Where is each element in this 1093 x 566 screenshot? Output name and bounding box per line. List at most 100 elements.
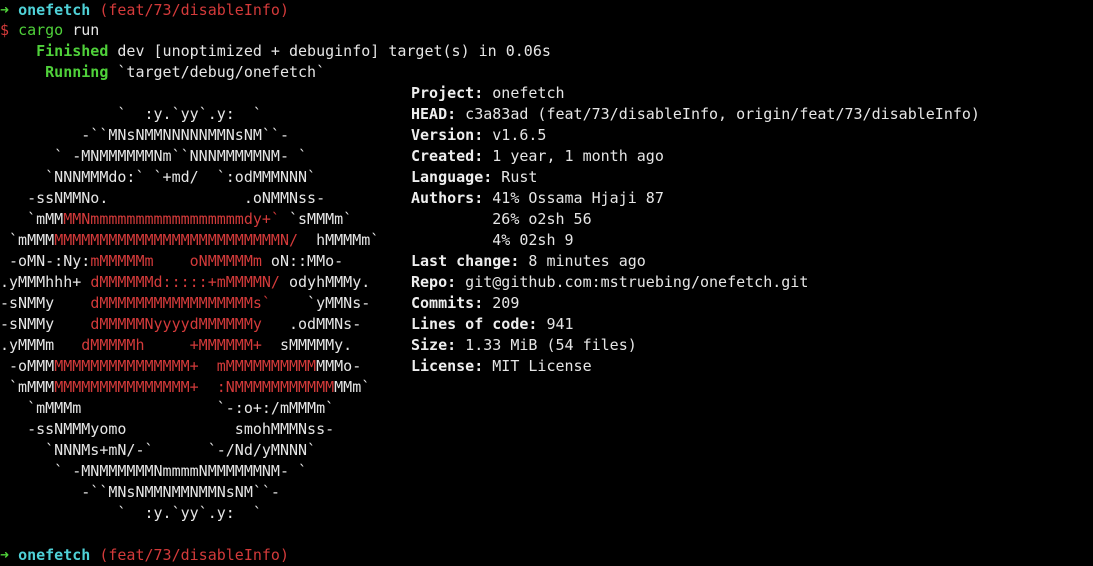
logo-row: `NNNMMMdo:` `+md/ `:odMMMNNN` [0, 167, 379, 188]
logo-accent-segment: MMMMMMMMMMMMMMM+ :NMMMMMMMMMMM [54, 378, 335, 396]
prompt-repo-name: onefetch [18, 1, 91, 19]
logo-segment: -``MNsNMMNMMNMMNsNM``- [0, 483, 280, 501]
info-value: 8 minutes ago [519, 252, 646, 270]
info-label: Created: [411, 147, 484, 165]
info-row: Lines of code: 941 [411, 314, 980, 335]
info-value: 26% o2sh 56 [411, 210, 592, 228]
logo-row: -oMN-:Ny:mMMMMMm oNMMMMMm oN::MMo- [0, 251, 379, 272]
logo-accent-segment: mMMMMMm oNMMMMMm [90, 252, 262, 270]
info-value: 209 [483, 294, 520, 312]
info-value: 941 [537, 315, 574, 333]
logo-segment: hMMMMm` [298, 231, 380, 249]
logo-accent-segment: dMMMMMNyyyydMMMMMMy [90, 315, 262, 333]
prompt-repo-name: onefetch [18, 546, 91, 564]
logo-segment: MMMo- [316, 357, 362, 375]
logo-row: -``MNsNMMNMMNMMNsNM``- [0, 482, 379, 503]
info-row: Commits: 209 [411, 293, 980, 314]
info-value: 1 year, 1 month ago [483, 147, 664, 165]
cargo-running-label: Running [45, 63, 109, 81]
command-line: $ cargo run [0, 20, 99, 41]
logo-segment: sMMMMMy. [261, 336, 353, 354]
logo-accent-segment: MMMMMMMMMMMMMMM+ mMMMMMMMMMM [54, 357, 317, 375]
logo-segment: `yMMNs- [270, 294, 371, 312]
logo-segment: `mMMM [0, 378, 55, 396]
logo-segment: -``MNsNMMNNNNNMMNsNM``- [0, 126, 289, 144]
info-row: Last change: 8 minutes ago [411, 251, 980, 272]
info-label: Version: [411, 126, 484, 144]
prompt-branch: (feat/73/disableInfo) [99, 1, 289, 19]
command-program: cargo [18, 21, 64, 39]
logo-row: `mMMMm `-:o+:/mMMMm` [0, 398, 379, 419]
logo-segment: `NNNMs+mN/-` `-/Nd/yMNNN` [0, 441, 317, 459]
info-row: License: MIT License [411, 356, 980, 377]
cargo-finished-line: Finished dev [unoptimized + debuginfo] t… [0, 41, 551, 62]
logo-segment: `sMMMm` [279, 210, 353, 228]
info-value: 41% Ossama Hjaji 87 [483, 189, 664, 207]
info-label: Last change: [411, 252, 520, 270]
info-label: Size: [411, 336, 457, 354]
info-label: Lines of code: [411, 315, 538, 333]
info-label: License: [411, 357, 484, 375]
logo-segment: ` -MNMMMMMMNmmmmNMMMMMMNM- ` [0, 462, 308, 480]
logo-segment: .odMMNs- [261, 315, 362, 333]
logo-row: ` -MNMMMMMMNm``NNNMMMMMNM- ` [0, 146, 379, 167]
prompt-line: ➜ onefetch (feat/73/disableInfo) [0, 0, 289, 21]
logo-segment: -oMN-:Ny: [0, 252, 91, 270]
logo-row: -oMMMMMMMMMMMMMMMMMM+ mMMMMMMMMMMMMMo- [0, 356, 379, 377]
info-label: Repo: [411, 273, 457, 291]
logo-row: .yMMMhhh+ dMMMMMMd:::::+mMMMMN/ odyhMMMy… [0, 272, 379, 293]
logo-row: `NNNMs+mN/-` `-/Nd/yMNNN` [0, 440, 379, 461]
info-value: Rust [492, 168, 538, 186]
logo-segment: `mMM [0, 210, 64, 228]
logo-row: ` :y.`yy`.y: ` [0, 104, 379, 125]
info-label: HEAD: [411, 105, 457, 123]
logo-segment: -sNMMy [0, 294, 91, 312]
logo-segment: odyhMMMy. [279, 273, 371, 291]
info-value: MIT License [483, 357, 592, 375]
info-value: onefetch [483, 84, 565, 102]
info-label: Project: [411, 84, 484, 102]
logo-segment: oN::MMo- [261, 252, 344, 270]
rust-logo-ascii: ` :y.`yy`.y: ` -``MNsNMMNNNNNMMNsNM``- `… [0, 104, 379, 524]
info-label: Commits: [411, 294, 484, 312]
info-row: 4% 02sh 9 [411, 230, 980, 251]
logo-segment: ` :y.`yy`.y: ` [0, 105, 262, 123]
logo-accent-segment: MMMMMMMMMMMMMMMMMMMMMMMMMN/ [54, 231, 299, 249]
info-label: Authors: [411, 189, 484, 207]
logo-accent-segment: dMMMMMh +MMMMMM+ [81, 336, 262, 354]
prompt-arrow-icon: ➜ [0, 1, 10, 19]
info-label: Language: [411, 168, 493, 186]
logo-row: ` -MNMMMMMMNmmmmNMMMMMMNM- ` [0, 461, 379, 482]
logo-segment: .yMMMhhh+ [0, 273, 91, 291]
info-value: git@github.com:mstruebing/onefetch.git [456, 273, 809, 291]
terminal-window[interactable]: ➜ onefetch (feat/73/disableInfo) $ cargo… [0, 0, 1093, 564]
info-value: c3a83ad (feat/73/disableInfo, origin/fea… [456, 105, 980, 123]
info-row: HEAD: c3a83ad (feat/73/disableInfo, orig… [411, 104, 980, 125]
logo-row: `mMMMMMMMMMMMMMMMMMMMMMMMMMMMMN/ hMMMMm` [0, 230, 379, 251]
info-row: Created: 1 year, 1 month ago [411, 146, 980, 167]
shell-prompt-symbol: $ [0, 21, 10, 39]
logo-accent-segment: dMMMMMMMMMMMMMMMMMs` [90, 294, 271, 312]
logo-segment: `NNNMMMdo:` `+md/ `:odMMMNNN` [0, 168, 317, 186]
logo-row: -ssNMMNo. .oNMMNss- [0, 188, 379, 209]
info-row: 26% o2sh 56 [411, 209, 980, 230]
logo-segment: -ssNMMMyomo smohMMMNss- [0, 420, 335, 438]
logo-row: -sNMMy dMMMMMMMMMMMMMMMMMs` `yMMNs- [0, 293, 379, 314]
info-row: Repo: git@github.com:mstruebing/onefetch… [411, 272, 980, 293]
command-args: run [72, 21, 100, 39]
info-value: 4% 02sh 9 [411, 231, 574, 249]
logo-segment: -sNMMy [0, 315, 91, 333]
logo-row: `mMMMMMMMMMMMMMMMMMM+ :NMMMMMMMMMMMMMm` [0, 377, 379, 398]
info-row: Authors: 41% Ossama Hjaji 87 [411, 188, 980, 209]
logo-segment: .yMMMm [0, 336, 82, 354]
logo-row: ` :y.`yy`.y: ` [0, 503, 379, 524]
logo-row: .yMMMm dMMMMMh +MMMMMM+ sMMMMMy. [0, 335, 379, 356]
logo-segment: `mMMMm `-:o+:/mMMMm` [0, 399, 335, 417]
info-value: 1.33 MiB (54 files) [456, 336, 637, 354]
info-value: v1.6.5 [483, 126, 547, 144]
cargo-running-line: Running `target/debug/onefetch` [0, 62, 325, 83]
logo-row: `mMMMMNmmmmmmmmmmmmmmmmmdy+` `sMMMm` [0, 209, 379, 230]
cargo-finished-text: dev [unoptimized + debuginfo] target(s) … [117, 42, 551, 60]
logo-segment: MMm` [334, 378, 371, 396]
info-row: Language: Rust [411, 167, 980, 188]
